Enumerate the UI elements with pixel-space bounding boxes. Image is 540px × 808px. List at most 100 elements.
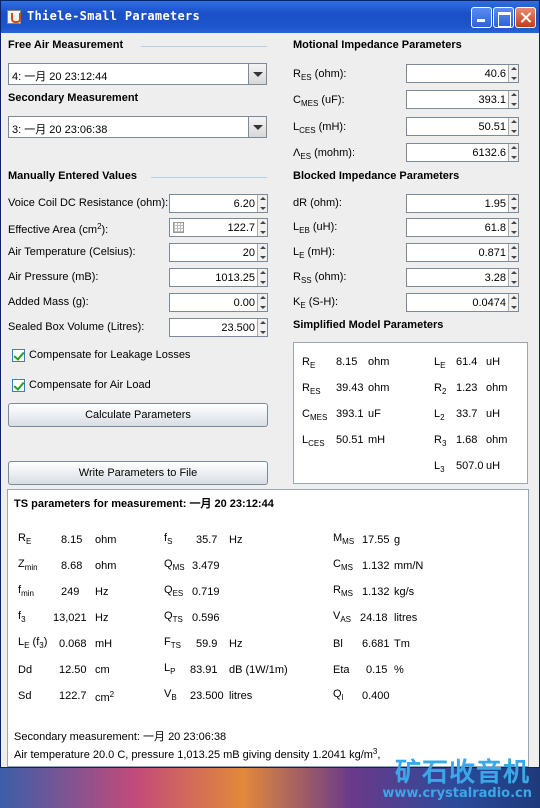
spinner-arrows-icon[interactable] bbox=[508, 144, 518, 161]
subscript: E bbox=[440, 361, 446, 370]
ke-input[interactable]: 0.0474 bbox=[406, 293, 519, 312]
spinner-arrows-icon[interactable] bbox=[508, 195, 518, 212]
symbol: F bbox=[164, 636, 171, 648]
sm-cmes: CMES bbox=[302, 408, 327, 422]
ts-qts: QTS bbox=[164, 610, 183, 624]
leakage-checkbox-label[interactable]: Compensate for Leakage Losses bbox=[29, 349, 190, 361]
leb-label: LEB (uH): bbox=[293, 221, 337, 235]
spinner-arrows-icon[interactable] bbox=[508, 91, 518, 108]
secondary-select[interactable]: 3: 一月 20 23:06:38 bbox=[8, 116, 267, 138]
subscript: E bbox=[309, 361, 316, 370]
symbol: dR bbox=[293, 197, 308, 209]
ts-zmin-unit: ohm bbox=[95, 560, 117, 572]
maximize-button[interactable] bbox=[493, 7, 514, 28]
close-button[interactable] bbox=[515, 7, 536, 28]
write-parameters-button[interactable]: Write Parameters to File bbox=[8, 461, 268, 485]
effective-area-label: Effective Area (cm2): bbox=[8, 222, 108, 236]
ke-label: KE (S-H): bbox=[293, 296, 338, 310]
lces-label: LCES (mH): bbox=[293, 121, 346, 135]
spinner-arrows-icon[interactable] bbox=[508, 269, 518, 286]
symbol: R bbox=[302, 356, 310, 368]
secondary-select-value: 3: 一月 20 23:06:38 bbox=[12, 124, 108, 136]
subscript: P bbox=[170, 667, 176, 676]
symbol: C bbox=[302, 408, 310, 420]
unit: (ohm): bbox=[311, 271, 347, 283]
symbol: C bbox=[293, 94, 301, 106]
air-pressure-input[interactable]: 1013.25 bbox=[169, 268, 268, 287]
added-mass-input[interactable]: 0.00 bbox=[169, 293, 268, 312]
ts-heading: TS parameters for measurement: 一月 20 23:… bbox=[14, 498, 274, 510]
symbol: R bbox=[293, 271, 301, 283]
sm-r2: R2 bbox=[434, 382, 446, 396]
ts-vas: VAS bbox=[333, 610, 351, 624]
leakage-checkbox[interactable] bbox=[12, 349, 25, 362]
dr-input[interactable]: 1.95 bbox=[406, 194, 519, 213]
spinner-arrows-icon[interactable] bbox=[257, 219, 267, 236]
sm-lces-value: 50.51 bbox=[336, 434, 364, 446]
ts-vb-value: 23.500 bbox=[190, 690, 224, 702]
close-icon bbox=[516, 8, 535, 27]
le-input[interactable]: 0.871 bbox=[406, 243, 519, 262]
ts-sd-value: 122.7 bbox=[59, 690, 87, 702]
title-bar[interactable]: Thiele-Small Parameters bbox=[1, 1, 539, 33]
spinner-arrows-icon[interactable] bbox=[257, 319, 267, 336]
ts-parameters-panel: TS parameters for measurement: 一月 20 23:… bbox=[7, 489, 529, 767]
unit: (S-H): bbox=[305, 296, 339, 308]
lambda-es-input[interactable]: 6132.6 bbox=[406, 143, 519, 162]
ts-air-line: Air temperature 20.0 C, pressure 1,013.2… bbox=[14, 747, 380, 761]
ts-vb-unit: litres bbox=[229, 690, 253, 702]
spinner-arrows-icon[interactable] bbox=[257, 195, 267, 212]
effective-area-label-text: Effective Area (cm bbox=[8, 224, 98, 236]
air-temperature-input[interactable]: 20 bbox=[169, 243, 268, 262]
watermark-text: 矿石收音机 bbox=[394, 758, 530, 788]
simplified-model-panel: RE 8.15 ohm RES 39.43 ohm CMES 393.1 uF … bbox=[293, 342, 528, 484]
spinner-arrows-icon[interactable] bbox=[508, 118, 518, 135]
air-load-checkbox[interactable] bbox=[12, 379, 25, 392]
subscript: AS bbox=[340, 615, 352, 624]
spinner-arrows-icon[interactable] bbox=[508, 244, 518, 261]
unit: cm bbox=[95, 692, 110, 704]
cmes-value: 393.1 bbox=[478, 94, 506, 106]
sm-r2-unit: ohm bbox=[486, 382, 508, 394]
calculate-parameters-button[interactable]: Calculate Parameters bbox=[8, 403, 268, 427]
rss-input[interactable]: 3.28 bbox=[406, 268, 519, 287]
subscript: l bbox=[341, 693, 344, 702]
le-value: 0.871 bbox=[478, 247, 506, 259]
maximize-icon bbox=[494, 8, 513, 27]
calculator-icon[interactable] bbox=[173, 222, 184, 233]
leb-input[interactable]: 61.8 bbox=[406, 218, 519, 237]
motional-heading: Motional Impedance Parameters bbox=[293, 39, 462, 51]
sm-re: RE bbox=[302, 356, 315, 370]
voice-coil-input[interactable]: 6.20 bbox=[169, 194, 268, 213]
sm-l3-value: 507.0 bbox=[456, 460, 484, 472]
chevron-down-icon[interactable] bbox=[248, 64, 266, 84]
voice-coil-value: 6.20 bbox=[233, 198, 255, 210]
sm-cmes-value: 393.1 bbox=[336, 408, 364, 420]
effective-area-input[interactable]: 122.7 bbox=[169, 218, 268, 237]
spinner-arrows-icon[interactable] bbox=[257, 269, 267, 286]
free-air-select[interactable]: 4: 一月 20 23:12:44 bbox=[8, 63, 267, 85]
minimize-button[interactable] bbox=[471, 7, 492, 28]
leb-value: 61.8 bbox=[484, 222, 506, 234]
spinner-arrows-icon[interactable] bbox=[508, 65, 518, 82]
spinner-arrows-icon[interactable] bbox=[257, 294, 267, 311]
sealed-box-label: Sealed Box Volume (Litres): bbox=[8, 321, 145, 333]
subscript: E bbox=[25, 537, 32, 546]
spinner-arrows-icon[interactable] bbox=[257, 244, 267, 261]
added-mass-value: 0.00 bbox=[233, 297, 255, 309]
spinner-arrows-icon[interactable] bbox=[508, 294, 518, 311]
cmes-input[interactable]: 393.1 bbox=[406, 90, 519, 109]
rss-value: 3.28 bbox=[484, 272, 506, 284]
spinner-arrows-icon[interactable] bbox=[508, 219, 518, 236]
unit: (mohm): bbox=[311, 147, 356, 159]
extra-end: ) bbox=[43, 636, 48, 648]
ts-ql: Ql bbox=[333, 688, 343, 702]
air-load-checkbox-label[interactable]: Compensate for Air Load bbox=[29, 379, 151, 391]
chevron-down-icon[interactable] bbox=[248, 117, 266, 137]
divider bbox=[141, 46, 267, 47]
res-input[interactable]: 40.6 bbox=[406, 64, 519, 83]
sealed-box-input[interactable]: 23.500 bbox=[169, 318, 268, 337]
lces-input[interactable]: 50.51 bbox=[406, 117, 519, 136]
sm-r3-unit: ohm bbox=[486, 434, 508, 446]
sm-r3-value: 1.68 bbox=[456, 434, 478, 446]
